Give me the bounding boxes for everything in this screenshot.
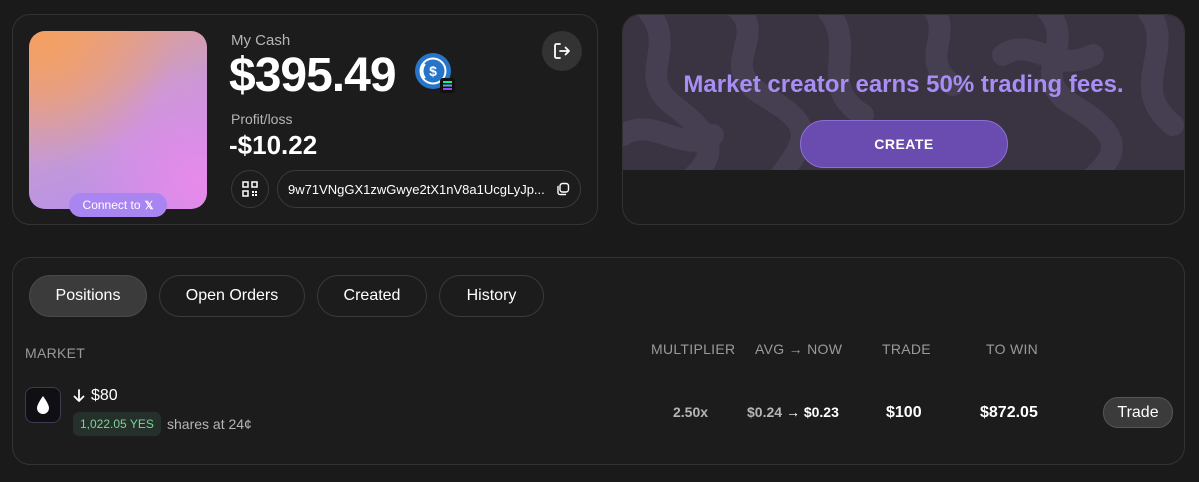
promo-title: Market creator earns 50% trading fees. xyxy=(683,71,1124,98)
to-win-amount: $872.05 xyxy=(980,404,1038,421)
trade-amount: $100 xyxy=(886,404,922,421)
arrow-right-icon: → xyxy=(785,404,800,420)
avg-now-value: $0.24 → $0.23 xyxy=(747,404,839,420)
qr-code-icon xyxy=(242,181,258,197)
qr-code-button[interactable] xyxy=(231,170,269,208)
profit-loss-value: -$10.22 xyxy=(229,130,318,160)
x-logo-icon: 𝕏 xyxy=(144,199,154,212)
column-trade: TRADE xyxy=(882,341,931,357)
tab-created[interactable]: Created xyxy=(317,275,427,317)
market-icon[interactable] xyxy=(25,387,61,423)
multiplier-value: 2.50x xyxy=(673,404,709,420)
promo-card: Market creator earns 50% trading fees. C… xyxy=(622,14,1185,225)
shares-yes-badge: 1,022.05 YES xyxy=(73,412,161,436)
wallet-card: Connect to 𝕏 My Cash $395.49 $ Profit/lo… xyxy=(12,14,598,225)
tab-history[interactable]: History xyxy=(439,275,544,317)
profit-loss-label: Profit/loss xyxy=(231,111,293,127)
connect-x-button[interactable]: Connect to 𝕏 xyxy=(69,193,167,217)
positions-card: Positions Open Orders Created History MA… xyxy=(12,257,1185,465)
market-title[interactable]: $80 xyxy=(73,387,118,405)
column-multiplier: MULTIPLIER xyxy=(651,341,736,357)
copy-icon[interactable] xyxy=(556,182,570,196)
logout-icon xyxy=(554,43,570,59)
logout-button[interactable] xyxy=(542,31,582,71)
my-cash-label: My Cash xyxy=(231,32,291,49)
promo-banner: Market creator earns 50% trading fees. C… xyxy=(623,15,1184,170)
svg-text:$: $ xyxy=(429,63,437,79)
water-drop-icon xyxy=(37,396,49,414)
column-avg-now: AVG → NOW xyxy=(755,341,843,357)
now-value: $0.23 xyxy=(803,404,839,420)
usdc-solana-icon: $ xyxy=(415,53,455,93)
connect-x-label: Connect to xyxy=(82,198,141,212)
tab-positions[interactable]: Positions xyxy=(29,275,147,317)
trade-button[interactable]: Trade xyxy=(1103,397,1173,428)
create-market-button[interactable]: CREATE xyxy=(800,120,1008,168)
wallet-address-field[interactable]: 9w71VNgGX1zwGwye2tX1nV8a1UcgLyJp... xyxy=(277,170,581,208)
avg-value: $0.24 xyxy=(747,404,783,420)
market-title-text: $80 xyxy=(91,387,118,404)
shares-price-text: shares at 24¢ xyxy=(167,416,252,432)
tab-open-orders[interactable]: Open Orders xyxy=(159,275,305,317)
column-market: MARKET xyxy=(25,345,86,361)
arrow-down-icon xyxy=(73,389,85,402)
column-to-win: TO WIN xyxy=(986,341,1039,357)
profile-avatar: Connect to 𝕏 xyxy=(29,31,207,217)
cash-value: $395.49 xyxy=(229,49,397,102)
wallet-address: 9w71VNgGX1zwGwye2tX1nV8a1UcgLyJp... xyxy=(288,181,545,197)
